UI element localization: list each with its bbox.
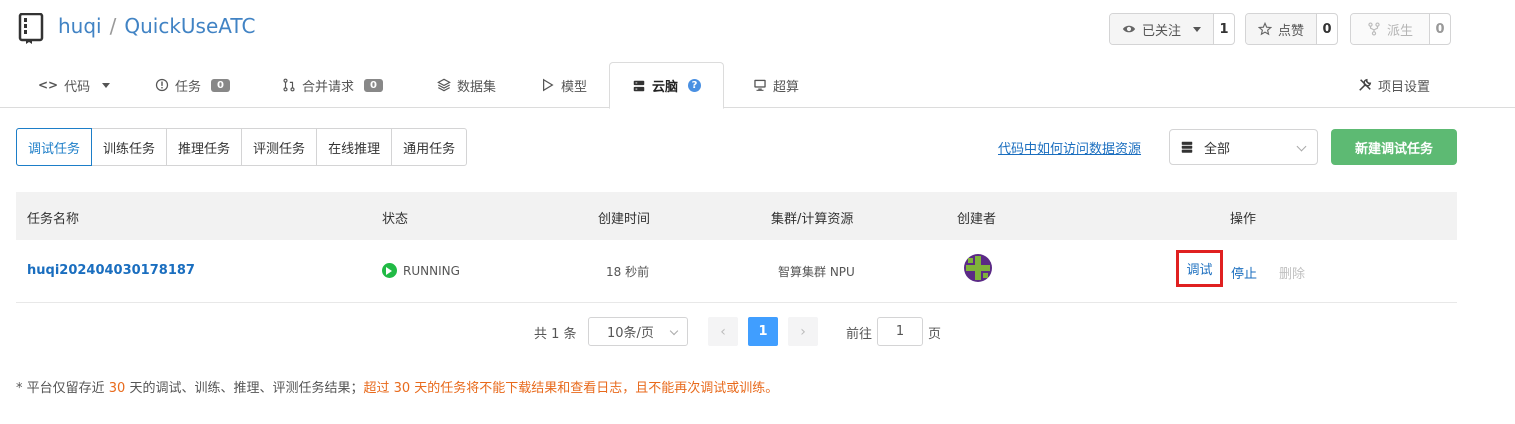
data-access-doc-link[interactable]: 代码中如何访问数据资源 [998,138,1141,157]
fork-button-group: 派生 0 [1350,13,1452,45]
code-icon: <> [38,78,59,92]
pull-request-icon [283,78,295,92]
table-header: 任务名称 状态 创建时间 集群/计算资源 创建者 操作 [16,192,1457,240]
notice-part2: 天的调试、训练、推理、评测任务结果； [125,381,364,396]
notice-days: 30 [108,381,126,396]
repo-separator: / [109,14,117,38]
tab-issues-label: 任务 [175,79,202,95]
star-button[interactable]: 点赞 [1246,14,1318,44]
star-count[interactable]: 0 [1317,14,1337,44]
monitor-icon [754,79,766,91]
goto-page-input[interactable] [877,317,923,346]
tab-datasets[interactable]: 数据集 [437,62,496,108]
star-button-group: 点赞 0 [1245,13,1339,45]
server-icon [633,80,645,91]
server-icon [1181,141,1193,153]
col-task-name: 任务名称 [27,212,80,227]
goto-suffix: 页 [928,327,942,342]
eye-icon [1122,25,1136,33]
subtab-train[interactable]: 训练任务 [92,129,168,165]
col-creator: 创建者 [957,212,997,227]
fork-icon [1368,22,1380,36]
subtab-evaluation[interactable]: 评测任务 [242,129,318,165]
tab-code-label: 代码 [64,79,91,95]
page-number-current[interactable]: 1 [748,317,778,346]
subtab-inference[interactable]: 推理任务 [167,129,243,165]
notice-warning: 超过 30 天的任务将不能下载结果和查看日志，且不能再次调试或训练。 [363,381,779,396]
watch-label: 已关注 [1142,23,1182,39]
tab-settings-label: 项目设置 [1378,79,1431,95]
tab-issues[interactable]: 任务 0 [155,62,230,108]
star-label: 点赞 [1278,23,1305,39]
tab-cloudbrain[interactable]: 云脑 ? [609,62,725,109]
debug-task-button[interactable]: 调试 [1176,250,1223,287]
task-status-text: RUNNING [403,263,460,278]
task-status: RUNNING [382,263,460,278]
tab-settings[interactable]: 项目设置 [1358,62,1430,108]
tab-pull-requests-label: 合并请求 [302,79,355,95]
page-size-value: 10条/页 [607,326,654,341]
fork-count: 0 [1435,21,1445,37]
page-size-select[interactable]: 10条/页 [588,317,688,346]
new-debug-task-button[interactable]: 新建调试任务 [1331,129,1457,165]
col-resource: 集群/计算资源 [771,212,854,227]
repo-owner-link[interactable]: huqi [58,14,102,38]
repo-name-link[interactable]: QuickUseATC [124,14,255,38]
tab-models[interactable]: 模型 [541,62,587,108]
fork-label: 派生 [1387,23,1414,39]
watch-count[interactable]: 1 [1214,14,1234,44]
tab-supercomputing-label: 超算 [773,79,800,95]
subtab-debug[interactable]: 调试任务 [16,128,93,166]
tab-cloudbrain-label: 云脑 [652,80,679,95]
prev-page-button[interactable]: ‹ [708,317,738,346]
chevron-down-icon [1193,26,1202,32]
running-status-icon [382,263,397,278]
tab-models-label: 模型 [561,79,588,95]
tab-supercomputing[interactable]: 超算 [753,62,799,108]
repo-title: huqi / QuickUseATC [58,14,255,38]
task-resource: 智算集群 NPU [778,265,855,279]
watch-button[interactable]: 已关注 [1110,14,1215,44]
pull-requests-count-badge: 0 [364,78,383,92]
help-icon[interactable]: ? [688,79,702,92]
tab-code[interactable]: <> 代码 [38,62,111,108]
col-created: 创建时间 [598,212,651,227]
retention-notice: * 平台仅留存近 30 天的调试、训练、推理、评测任务结果；超过 30 天的任务… [16,377,778,396]
notice-part1: * 平台仅留存近 [16,381,109,396]
tab-datasets-label: 数据集 [457,79,497,95]
repo-book-icon [18,13,44,44]
star-icon [1258,22,1272,36]
goto-label: 前往 [846,327,873,342]
watch-button-group: 已关注 1 [1109,13,1236,45]
table-row: huqi202404030178187 RUNNING 18 秒前 智算集群 N… [16,240,1457,303]
chevron-down-icon [669,326,679,336]
repo-header: huqi / QuickUseATC 已关注 1 点赞 0 派生 0 <> 代码 [0,0,1515,109]
task-created-time: 18 秒前 [606,265,650,279]
dataset-icon [437,78,451,92]
subtab-online-inference[interactable]: 在线推理 [317,129,393,165]
tools-icon [1359,78,1372,91]
repo-nav-tabs: <> 代码 任务 0 合并请求 0 数据集 模型 云脑 ? 超算 项目设置 [0,62,1515,109]
subtab-general[interactable]: 通用任务 [392,129,466,165]
issue-icon [155,78,169,92]
stop-task-button[interactable]: 停止 [1231,263,1257,282]
col-actions: 操作 [1230,212,1257,227]
fork-button[interactable]: 派生 [1351,14,1431,44]
chevron-down-icon [1296,141,1307,152]
cluster-filter-select[interactable]: 全部 [1169,129,1318,165]
cluster-filter-value: 全部 [1204,141,1231,157]
pagination-total: 共 1 条 [534,327,577,342]
chevron-down-icon [102,82,111,88]
tab-pull-requests[interactable]: 合并请求 0 [282,62,383,108]
creator-avatar[interactable] [964,254,992,282]
task-name-link[interactable]: huqi202404030178187 [27,263,195,278]
task-type-tabs: 调试任务 训练任务 推理任务 评测任务 在线推理 通用任务 [16,128,468,166]
col-status: 状态 [382,212,409,227]
model-icon [543,78,554,92]
delete-task-button: 删除 [1279,267,1306,282]
next-page-button[interactable]: › [788,317,818,346]
issues-count-badge: 0 [211,78,230,92]
